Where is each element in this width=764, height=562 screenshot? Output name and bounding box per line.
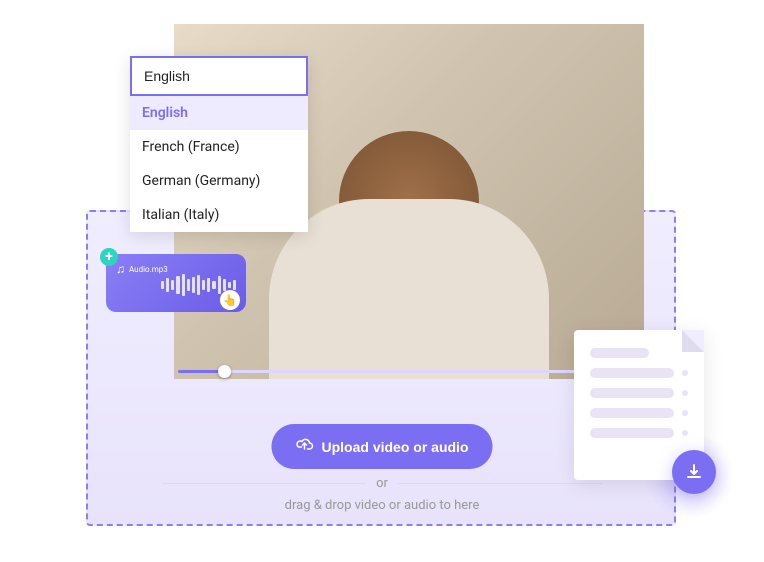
progress-fill [178, 370, 223, 373]
cloud-upload-icon [295, 436, 313, 457]
add-icon[interactable]: + [100, 248, 118, 266]
audio-clip-widget[interactable]: + ♫ Audio.mp3 👆 [106, 254, 246, 312]
progress-thumb[interactable] [218, 365, 231, 378]
doc-bullet [682, 430, 688, 436]
doc-line [590, 368, 674, 378]
music-note-icon: ♫ [116, 262, 125, 276]
language-options: English French (France) German (Germany)… [130, 96, 308, 232]
language-dropdown: English French (France) German (Germany)… [130, 56, 308, 232]
language-option-french[interactable]: French (France) [130, 130, 308, 164]
or-divider: or [162, 476, 602, 491]
download-button[interactable] [672, 450, 716, 494]
doc-line [590, 388, 674, 398]
page-fold-icon [682, 330, 704, 352]
pointer-cursor-icon: 👆 [220, 290, 240, 310]
doc-line [590, 408, 674, 418]
drag-drop-hint: drag & drop video or audio to here [285, 498, 480, 513]
doc-bullet [682, 410, 688, 416]
upload-button-label: Upload video or audio [321, 439, 468, 455]
download-icon [684, 462, 704, 482]
language-option-italian[interactable]: Italian (Italy) [130, 198, 308, 232]
language-option-german[interactable]: German (Germany) [130, 164, 308, 198]
video-progress-bar[interactable] [178, 370, 640, 373]
language-option-english[interactable]: English [130, 96, 308, 130]
doc-line [590, 348, 649, 358]
upload-button[interactable]: Upload video or audio [271, 424, 492, 469]
language-input[interactable] [130, 56, 308, 96]
doc-bullet [682, 370, 688, 376]
doc-line [590, 428, 674, 438]
doc-bullet [682, 390, 688, 396]
